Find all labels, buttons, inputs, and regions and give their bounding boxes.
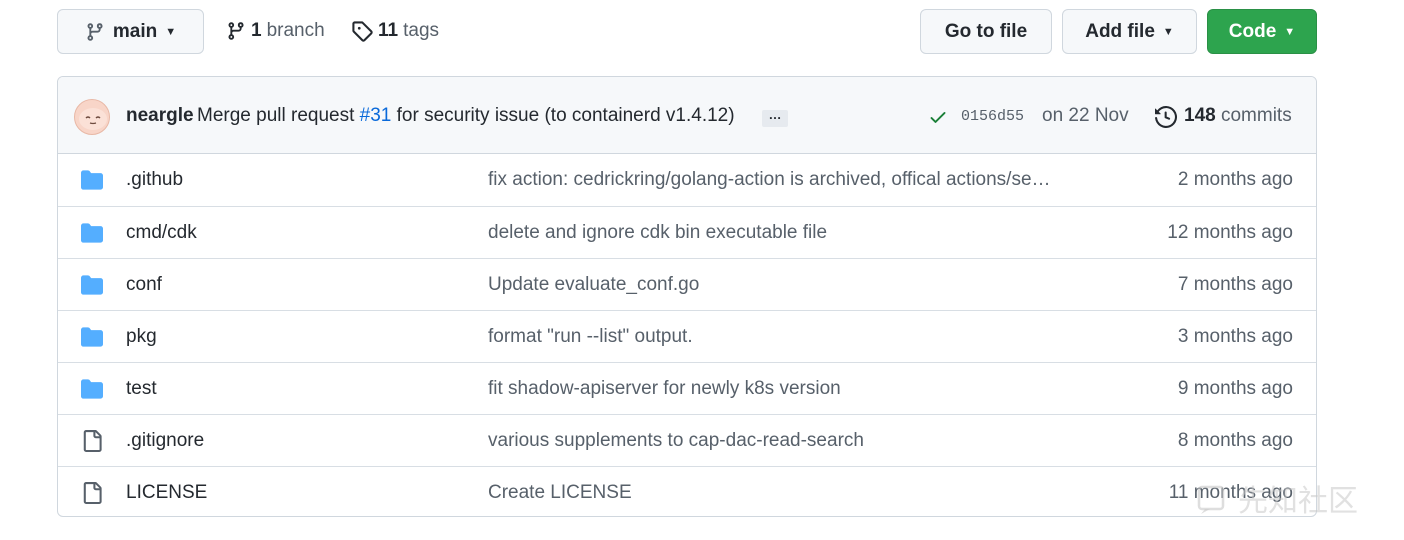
file-name-link[interactable]: pkg: [126, 326, 157, 348]
avatar[interactable]: [74, 99, 110, 135]
file-commit-message-link[interactable]: various supplements to cap-dac-read-sear…: [488, 430, 864, 452]
file-commit-message-link[interactable]: Update evaluate_conf.go: [488, 274, 699, 296]
commits-count: 148: [1184, 105, 1216, 126]
folder-icon: [80, 378, 104, 400]
repo-toolbar: main ▼ 1 branch 11 tags Go to file Add f…: [0, 0, 1404, 60]
file-commit-message-link[interactable]: Create LICENSE: [488, 482, 632, 504]
folder-icon: [80, 169, 104, 191]
file-row[interactable]: pkg format "run --list" output. 3 months a…: [58, 310, 1316, 362]
file-name-link[interactable]: .github: [126, 169, 183, 191]
commits-link[interactable]: 148 commits: [1184, 105, 1292, 127]
expand-commit-button[interactable]: …: [762, 108, 788, 127]
file-browser: neargle Merge pull request #31 for secur…: [57, 76, 1317, 517]
file-row[interactable]: test fit shadow-apiserver for newly k8s v…: [58, 362, 1316, 414]
chevron-down-icon: ▼: [1284, 25, 1296, 38]
code-button[interactable]: Code ▼: [1207, 9, 1317, 54]
check-icon[interactable]: [928, 107, 948, 127]
tags-count: 11: [378, 20, 399, 41]
tag-icon: [352, 21, 373, 42]
branches-link[interactable]: 1 branch: [226, 16, 325, 46]
file-commit-message-link[interactable]: fix action: cedrickring/golang-action is…: [488, 169, 1051, 191]
file-age: 11 months ago: [1168, 482, 1293, 503]
file-age: 9 months ago: [1177, 378, 1293, 399]
tags-label: tags: [403, 20, 440, 41]
git-branch-icon: [87, 22, 103, 41]
file-row[interactable]: LICENSE Create LICENSE 11 months ago: [58, 466, 1316, 516]
file-commit-message-link[interactable]: format "run --list" output.: [488, 326, 693, 348]
add-file-button[interactable]: Add file ▼: [1062, 9, 1197, 54]
file-icon: [80, 482, 104, 504]
tags-link[interactable]: 11 tags: [351, 16, 439, 46]
file-age: 2 months ago: [1177, 169, 1293, 190]
chevron-down-icon: ▼: [165, 25, 177, 38]
file-commit-message-link[interactable]: delete and ignore cdk bin executable fil…: [488, 222, 827, 244]
file-row[interactable]: cmd/cdk delete and ignore cdk bin executa…: [58, 206, 1316, 258]
branch-name: main: [112, 20, 158, 42]
code-label: Code: [1228, 20, 1277, 42]
file-row[interactable]: conf Update evaluate_conf.go 7 months ago: [58, 258, 1316, 310]
file-name-link[interactable]: test: [126, 378, 157, 400]
file-list: .github fix action: cedrickring/golang-ac…: [58, 154, 1316, 516]
folder-icon: [80, 222, 104, 244]
file-commit-message-link[interactable]: fit shadow-apiserver for newly k8s versi…: [488, 378, 841, 400]
go-to-file-button[interactable]: Go to file: [920, 9, 1052, 54]
latest-commit-bar: neargle Merge pull request #31 for secur…: [58, 77, 1316, 154]
commit-message-end: for security issue (to containerd v1.4.1…: [391, 105, 735, 126]
folder-icon: [80, 274, 104, 296]
branches-count: 1: [251, 20, 262, 41]
branch-select-button[interactable]: main ▼: [57, 9, 204, 54]
avatar-face-icon: [79, 108, 107, 130]
file-row[interactable]: .gitignore various supplements to cap-dac…: [58, 414, 1316, 466]
commit-date: on 22 Nov: [1042, 105, 1129, 126]
file-name-link[interactable]: LICENSE: [126, 482, 207, 504]
file-age: 7 months ago: [1177, 274, 1293, 295]
commit-message[interactable]: Merge pull request #31 for security issu…: [197, 105, 735, 127]
chevron-down-icon: ▼: [1162, 25, 1174, 38]
file-age: 8 months ago: [1177, 430, 1293, 451]
git-branch-icon: [228, 22, 244, 40]
folder-icon: [80, 326, 104, 348]
pull-request-link[interactable]: #31: [360, 105, 392, 126]
file-age: 12 months ago: [1167, 222, 1293, 243]
commit-author[interactable]: neargle: [126, 105, 194, 127]
file-row[interactable]: .github fix action: cedrickring/golang-ac…: [58, 154, 1316, 206]
history-icon: [1155, 106, 1177, 128]
file-name-link[interactable]: cmd/cdk: [126, 222, 197, 244]
commit-sha[interactable]: 0156d55: [961, 108, 1024, 125]
file-icon: [80, 430, 104, 452]
commit-message-start: Merge pull request: [197, 105, 360, 126]
file-name-link[interactable]: .gitignore: [126, 430, 204, 452]
go-to-file-label: Go to file: [944, 20, 1028, 42]
branches-label: branch: [266, 20, 325, 41]
file-age: 3 months ago: [1177, 326, 1293, 347]
commits-label: commits: [1220, 105, 1292, 126]
add-file-label: Add file: [1085, 20, 1155, 42]
file-name-link[interactable]: conf: [126, 274, 162, 296]
